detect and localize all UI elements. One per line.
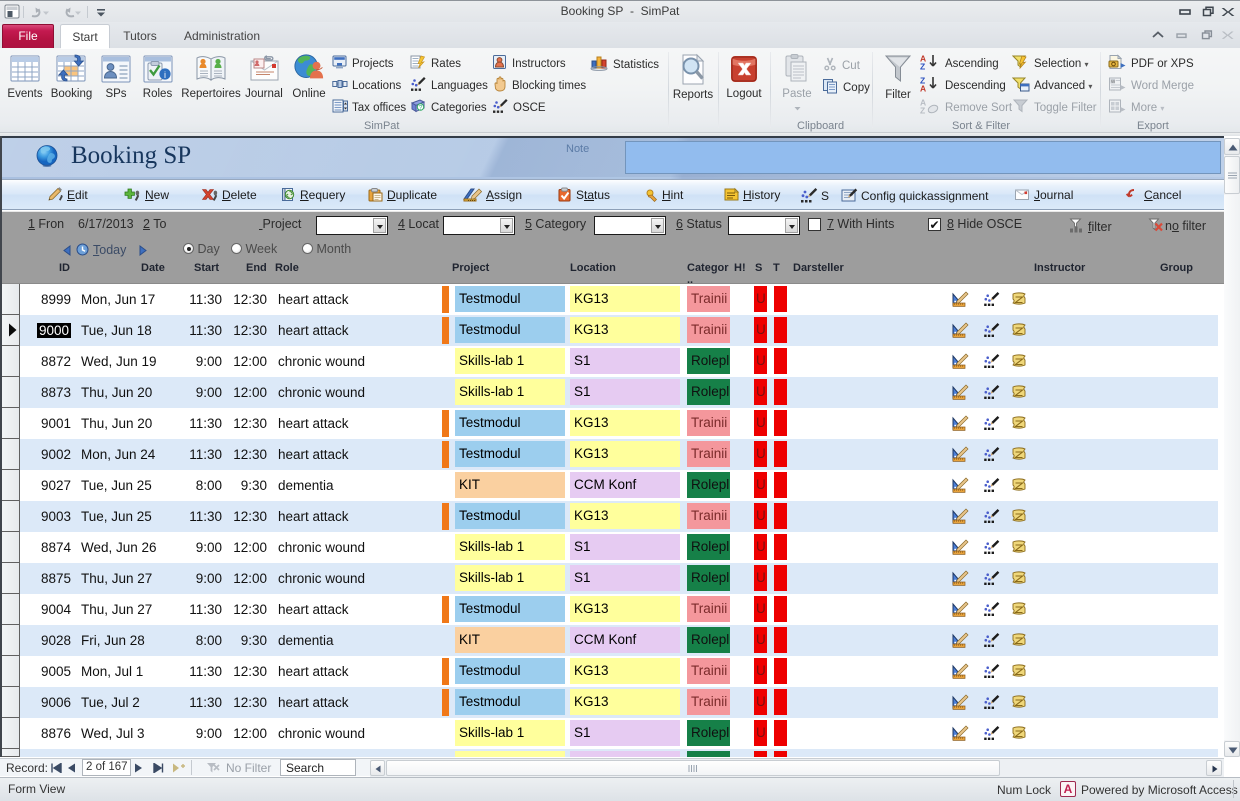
svg-text:Z: Z — [920, 62, 925, 71]
svg-text:Z: Z — [920, 106, 925, 115]
svg-text:?: ? — [419, 104, 423, 111]
svg-text:i: i — [164, 70, 166, 80]
svg-text:A: A — [920, 84, 926, 93]
